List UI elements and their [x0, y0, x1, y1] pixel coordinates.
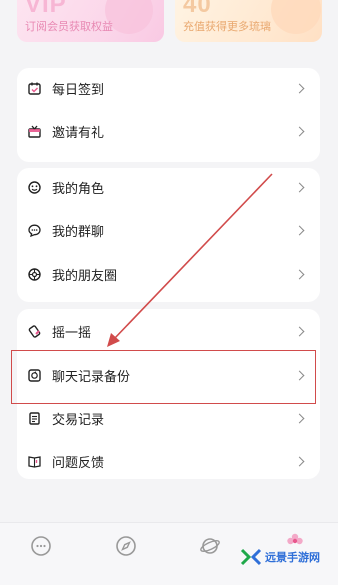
shake-icon	[28, 324, 41, 338]
menu-item-label: 我的角色	[52, 181, 105, 197]
menu-item-invite[interactable]: 邀请有礼	[17, 116, 320, 146]
menu-item-label: 交易记录	[52, 412, 105, 428]
coin-balance: 40	[183, 0, 212, 18]
aperture-icon	[28, 267, 41, 281]
coin-subtitle: 充值获得更多琉璃	[183, 20, 271, 33]
planet-icon[interactable]	[199, 535, 221, 557]
menu-item-label: 聊天记录备份	[52, 369, 131, 385]
chevron-right-icon	[294, 269, 305, 279]
menu-item-label: 邀请有礼	[52, 125, 105, 141]
menu-item-moments[interactable]: 我的朋友圈	[17, 259, 320, 289]
menu-item-label: 摇一摇	[52, 325, 92, 341]
backup-icon	[28, 368, 41, 382]
chevron-right-icon	[294, 83, 305, 93]
chevron-right-icon	[294, 182, 305, 192]
calendar-check-icon	[28, 82, 41, 95]
watermark-logo-icon	[240, 548, 262, 566]
menu-item-label: 问题反馈	[52, 455, 105, 471]
vip-promo-card[interactable]: VIP 订阅会员获取权益	[17, 0, 164, 42]
chevron-right-icon	[294, 126, 305, 136]
menu-item-transactions[interactable]: 交易记录	[17, 403, 320, 433]
menu-group-tools: 摇一摇 聊天记录备份 交易记录 问题反馈	[17, 309, 320, 479]
menu-item-shake[interactable]: 摇一摇	[17, 316, 320, 346]
menu-item-label: 我的朋友圈	[52, 268, 118, 284]
vip-subtitle: 订阅会员获取权益	[25, 20, 113, 33]
compass-icon[interactable]	[115, 535, 137, 557]
menu-item-chat-backup[interactable]: 聊天记录备份	[17, 360, 320, 390]
menu-group-social: 我的角色 我的群聊 我的朋友圈	[17, 168, 320, 302]
menu-item-my-characters[interactable]: 我的角色	[17, 172, 320, 202]
menu-item-feedback[interactable]: 问题反馈	[17, 446, 320, 476]
coin-promo-card[interactable]: 40 充值获得更多琉璃	[175, 0, 322, 42]
chevron-right-icon	[294, 413, 305, 423]
menu-item-label: 每日签到	[52, 82, 105, 98]
receipt-icon	[28, 411, 41, 425]
decor-blob	[271, 0, 321, 34]
vip-title: VIP	[25, 0, 67, 18]
menu-item-daily-checkin[interactable]: 每日签到	[17, 73, 320, 103]
menu-item-label: 我的群聊	[52, 224, 105, 240]
chevron-right-icon	[294, 456, 305, 466]
watermark-text: 远景手游网	[265, 551, 320, 564]
watermark: 远景手游网	[240, 547, 320, 567]
chevron-right-icon	[294, 370, 305, 380]
chat-bubble-icon	[28, 224, 41, 237]
chat-icon[interactable]	[30, 535, 52, 557]
feedback-book-icon	[28, 455, 41, 468]
menu-item-my-groups[interactable]: 我的群聊	[17, 215, 320, 245]
smiley-icon	[28, 180, 41, 194]
chevron-right-icon	[294, 225, 305, 235]
menu-group-checkin: 每日签到 邀请有礼	[17, 68, 320, 162]
gift-box-icon	[28, 125, 41, 138]
chevron-right-icon	[294, 326, 305, 336]
